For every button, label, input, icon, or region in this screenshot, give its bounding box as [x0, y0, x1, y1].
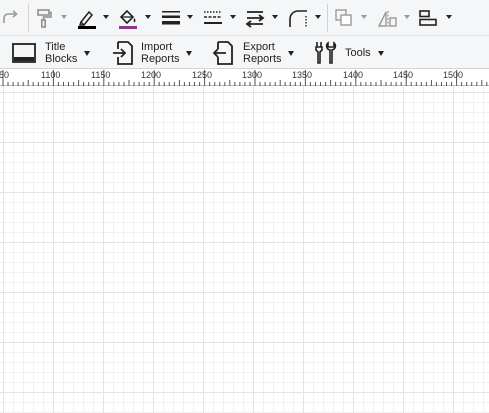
arrange-icon[interactable]: [333, 7, 355, 29]
align-dropdown[interactable]: [446, 15, 452, 19]
ruler-label: 1400: [343, 70, 364, 80]
ruler-label: 1450: [393, 70, 414, 80]
line-weight-dropdown[interactable]: [187, 15, 193, 19]
export-reports-button[interactable]: Export Reports: [210, 39, 298, 67]
toolbar-separator: [28, 4, 29, 32]
line-weight-icon[interactable]: [160, 7, 182, 29]
title-blocks-icon: [12, 43, 36, 63]
tools-label: Tools: [345, 47, 371, 59]
import-reports-button[interactable]: Import Reports: [110, 39, 194, 67]
line-pattern-icon[interactable]: [202, 7, 224, 29]
drawing-canvas[interactable]: [0, 86, 489, 413]
import-reports-icon: [113, 41, 133, 65]
tools-icon: [315, 41, 337, 64]
export-reports-icon: [212, 41, 233, 65]
export-reports-dropdown[interactable]: [288, 51, 294, 56]
line-color-dropdown[interactable]: [103, 15, 109, 19]
format-painter-dropdown[interactable]: [61, 15, 67, 19]
format-painter-icon[interactable]: [34, 7, 56, 29]
horizontal-ruler: 50 1100 1150 1200 1250 1300 1350 1400 14…: [0, 69, 489, 86]
import-reports-label: Import Reports: [141, 41, 180, 65]
ruler-label: 50: [0, 70, 10, 80]
line-arrows-dropdown[interactable]: [272, 15, 278, 19]
corner-rounding-dropdown[interactable]: [315, 15, 321, 19]
flip-rotate-icon[interactable]: [376, 7, 398, 29]
ruler-label: 1100: [41, 70, 61, 80]
line-pattern-dropdown[interactable]: [230, 15, 236, 19]
line-arrows-icon[interactable]: [244, 7, 266, 29]
fill-color-dropdown[interactable]: [145, 15, 151, 19]
format-toolbar: [0, 0, 489, 36]
ruler-label: 1500: [443, 70, 464, 80]
ruler-label: 1300: [242, 70, 263, 80]
title-blocks-label: Title Blocks: [45, 41, 78, 65]
ruler-label: 1350: [292, 70, 313, 80]
toolbar-separator: [327, 4, 328, 32]
redo-icon[interactable]: [0, 7, 22, 29]
title-blocks-dropdown[interactable]: [84, 51, 90, 56]
tools-button[interactable]: Tools: [310, 39, 386, 67]
ruler-label: 1200: [141, 70, 162, 80]
export-reports-label: Export Reports: [243, 41, 282, 65]
ribbon-toolbar: Title Blocks Import Reports Export Repor…: [0, 36, 489, 69]
line-color-icon[interactable]: [76, 7, 98, 29]
flip-rotate-dropdown[interactable]: [404, 15, 410, 19]
corner-rounding-icon[interactable]: [287, 7, 309, 29]
title-blocks-button[interactable]: Title Blocks: [10, 39, 96, 67]
fill-color-icon[interactable]: [117, 7, 139, 29]
align-icon[interactable]: [418, 7, 440, 29]
import-reports-dropdown[interactable]: [186, 51, 192, 56]
arrange-dropdown[interactable]: [361, 15, 367, 19]
ruler-label: 1250: [192, 70, 213, 80]
tools-dropdown[interactable]: [378, 51, 384, 56]
ruler-label: 1150: [91, 70, 111, 80]
